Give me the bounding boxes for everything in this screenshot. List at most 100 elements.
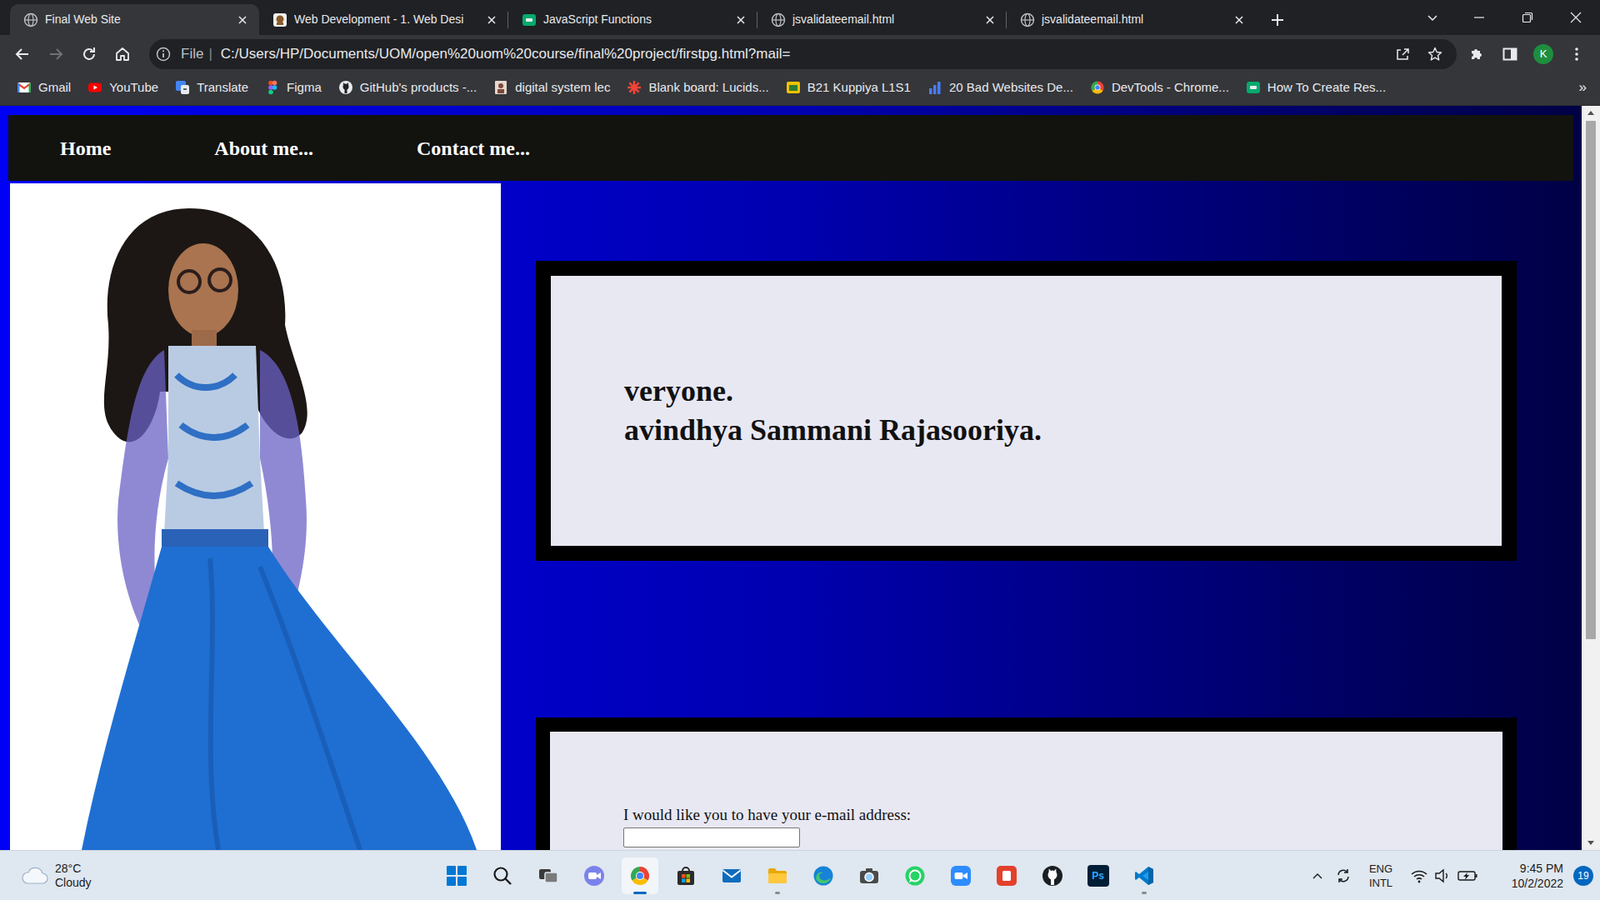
scroll-down-icon[interactable]: [1581, 835, 1600, 850]
tab-close-icon[interactable]: [483, 11, 500, 29]
nav-link[interactable]: About me...: [162, 133, 365, 164]
nav-link[interactable]: Contact me...: [365, 133, 582, 164]
browser-tab[interactable]: jsvalidateemail.html: [1006, 4, 1256, 35]
language-indicator[interactable]: ENG INTL: [1360, 861, 1402, 890]
running-indicator: [775, 891, 780, 895]
taskbar-app-button[interactable]: [438, 857, 475, 895]
taskbar-app-button[interactable]: [942, 857, 980, 895]
tab-close-icon[interactable]: [1230, 11, 1248, 29]
browser-tab[interactable]: JavaScript Functions: [508, 4, 758, 35]
tab-close-icon[interactable]: [732, 11, 750, 29]
course-site-icon: [272, 12, 288, 28]
bookmark-item[interactable]: DevTools - Chrome...: [1081, 75, 1238, 100]
bookmark-item[interactable]: GitHub's products -...: [330, 75, 485, 100]
bookmark-item[interactable]: digital system lec: [485, 75, 619, 100]
bookmark-label[interactable]: Translate: [196, 78, 249, 98]
clock[interactable]: 9:45 PM 10/2/2022: [1496, 860, 1564, 891]
bookmark-label[interactable]: B21 Kuppiya L1S1: [807, 78, 911, 98]
forward-button[interactable]: [41, 40, 70, 69]
home-button[interactable]: [108, 40, 137, 69]
bookmark-item[interactable]: Gmail: [8, 75, 80, 100]
browser-tab[interactable]: Web Development - 1. Web Desi: [259, 4, 509, 35]
hidden-icons-button[interactable]: [1305, 859, 1330, 893]
taskbar-app-button[interactable]: [850, 857, 888, 895]
explorer-icon: [766, 865, 789, 887]
nav-link[interactable]: Home: [8, 133, 163, 164]
taskbar-app-button[interactable]: [805, 857, 842, 895]
bookmark-item[interactable]: Blank board: Lucids...: [618, 75, 777, 100]
bookmark-label[interactable]: Blank board: Lucids...: [648, 78, 769, 98]
scroll-up-icon[interactable]: [1581, 105, 1600, 121]
browser-tab[interactable]: jsvalidateemail.html: [757, 4, 1007, 35]
scrollbar-thumb[interactable]: [1585, 120, 1596, 640]
taskbar-app-button[interactable]: [759, 857, 796, 895]
taskbar-app-button[interactable]: [1125, 857, 1163, 895]
bookmark-label[interactable]: digital system lec: [515, 78, 610, 98]
chat-icon: [583, 865, 605, 887]
site-info-button[interactable]: [149, 40, 178, 69]
taskbar-app-button[interactable]: Ps: [1080, 857, 1117, 895]
more-bookmarks-button[interactable]: »: [1575, 76, 1590, 99]
back-button[interactable]: [8, 40, 37, 69]
scrollbar[interactable]: [1581, 105, 1600, 850]
tab-close-icon[interactable]: [234, 11, 251, 29]
bookmark-label[interactable]: YouTube: [109, 78, 159, 98]
reload-button[interactable]: [75, 40, 104, 69]
taskbar-app-button[interactable]: [988, 857, 1025, 895]
tab-title[interactable]: jsvalidateemail.html: [792, 10, 982, 29]
bookmark-label[interactable]: How To Create Res...: [1267, 78, 1386, 98]
bookmark-item[interactable]: 20 Bad Websites De...: [919, 75, 1082, 100]
close-window-button[interactable]: [1551, 0, 1600, 35]
share-button[interactable]: [1388, 40, 1417, 69]
profile-avatar[interactable]: K: [1533, 44, 1554, 65]
side-panel-button[interactable]: [1495, 40, 1525, 69]
tab-title[interactable]: Web Development - 1. Web Desi: [294, 10, 484, 29]
quick-settings[interactable]: [1410, 867, 1480, 885]
tab-title[interactable]: Final Web Site: [45, 10, 235, 29]
notification-badge[interactable]: 19: [1573, 865, 1594, 886]
bookmark-label[interactable]: GitHub's products -...: [360, 78, 477, 98]
tab-close-icon[interactable]: [981, 11, 999, 29]
restore-button[interactable]: [1503, 0, 1552, 35]
taskbar-app-button[interactable]: [575, 857, 613, 895]
tab-title[interactable]: JavaScript Functions: [543, 10, 733, 29]
running-indicator: [1141, 891, 1147, 895]
url-text[interactable]: C:/Users/HP/Documents/UOM/open%20uom%20c…: [220, 43, 791, 65]
taskbar-app-button[interactable]: [530, 857, 567, 895]
taskbar: 28°C Cloudy Ps ENG INTL 9:45 PM: [0, 850, 1600, 900]
viewport: HomeAbout me...Contact me...: [0, 105, 1600, 850]
bookmark-star-button[interactable]: [1420, 40, 1450, 69]
taskbar-app-button[interactable]: [484, 857, 521, 895]
tab-title[interactable]: jsvalidateemail.html: [1041, 10, 1231, 29]
sync-icon: [1335, 867, 1352, 885]
taskbar-app-button[interactable]: [621, 857, 659, 895]
browser-tab[interactable]: Final Web Site: [10, 4, 260, 35]
bookmark-item[interactable]: Translate: [166, 75, 257, 100]
taskbar-app-button[interactable]: [667, 857, 705, 895]
bookmark-item[interactable]: B21 Kuppiya L1S1: [777, 75, 920, 100]
page-nav-bar: HomeAbout me...Contact me...: [8, 115, 1574, 181]
bookmark-item[interactable]: YouTube: [79, 75, 167, 100]
bookmark-label[interactable]: 20 Bad Websites De...: [949, 78, 1074, 98]
address-bar[interactable]: File | C:/Users/HP/Documents/UOM/open%20…: [149, 39, 1457, 70]
bookmark-item[interactable]: How To Create Res...: [1237, 75, 1395, 100]
new-tab-button[interactable]: [1260, 4, 1295, 35]
extensions-button[interactable]: [1462, 40, 1491, 69]
w3schools-icon: [1245, 80, 1261, 95]
taskbar-app-button[interactable]: [896, 857, 934, 895]
menu-button[interactable]: [1562, 40, 1591, 69]
bookmark-label[interactable]: DevTools - Chrome...: [1111, 78, 1230, 98]
bookmark-label[interactable]: Gmail: [38, 78, 71, 98]
puzzle-icon: [1468, 45, 1485, 63]
sync-button[interactable]: [1330, 859, 1357, 893]
taskbar-app-button[interactable]: [713, 857, 750, 895]
taskbar-app-button[interactable]: [1034, 857, 1071, 895]
profile-button[interactable]: K: [1529, 40, 1558, 69]
tab-search-button[interactable]: [1415, 0, 1450, 35]
bookmark-item[interactable]: Figma: [256, 75, 330, 100]
bookmark-label[interactable]: Figma: [286, 78, 322, 98]
weather-widget[interactable]: 28°C Cloudy: [0, 861, 439, 890]
minimize-button[interactable]: [1455, 0, 1504, 35]
email-input[interactable]: [623, 827, 800, 848]
chrome-icon: [629, 865, 651, 887]
